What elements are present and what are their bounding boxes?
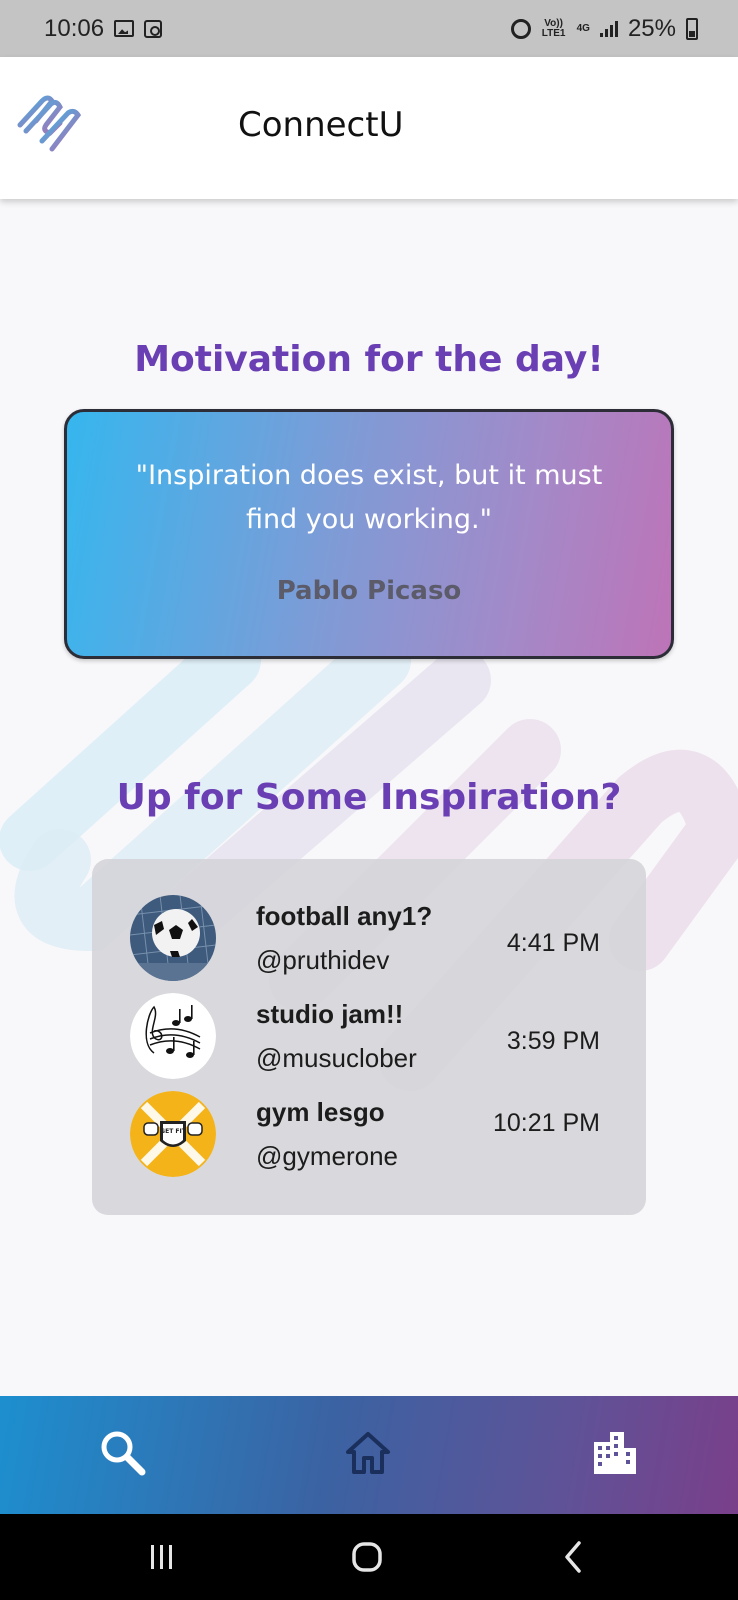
quote-card: "Inspiration does exist, but it must fin… xyxy=(64,409,674,659)
nav-home-button[interactable] xyxy=(338,1422,398,1482)
inspiration-heading: Up for Some Inspiration? xyxy=(116,777,622,818)
camera-notification-icon xyxy=(144,19,163,38)
system-home-button[interactable] xyxy=(342,1532,392,1582)
feed-item-time: 10:21 PM xyxy=(492,1109,600,1137)
feed-item-studio-jam[interactable]: studio jam!! @musuclober 3:59 PM xyxy=(92,993,646,1093)
recent-apps-button[interactable] xyxy=(136,1532,186,1582)
feed-item-time: 4:41 PM xyxy=(506,929,600,957)
signal-icon xyxy=(599,20,618,37)
status-bar-left: 10:06 xyxy=(44,14,163,43)
connectu-logo-icon xyxy=(17,95,82,152)
city-icon xyxy=(594,1432,636,1474)
music-notes-icon xyxy=(130,993,216,1079)
quote-text: "Inspiration does exist, but it must fin… xyxy=(135,460,603,535)
feed-item-title: gym lesgo xyxy=(256,1097,385,1127)
feed-item-handle: @gymerone xyxy=(256,1141,399,1171)
feed-item-handle: @musuclober xyxy=(256,1043,417,1073)
gallery-notification-icon xyxy=(114,20,135,37)
feed-item-title: studio jam!! xyxy=(256,999,404,1029)
feed-item-handle: @pruthidev xyxy=(256,945,390,975)
network-type-indicator: 4G xyxy=(576,22,590,34)
back-button[interactable] xyxy=(548,1532,598,1582)
gym-badge-text: GET FIT xyxy=(160,1128,187,1135)
battery-percent: 25% xyxy=(627,14,676,42)
soccer-ball-icon xyxy=(130,895,216,981)
app-bar: ConnectU xyxy=(0,57,738,199)
feed-item-football[interactable]: football any1? @pruthidev 4:41 PM xyxy=(92,895,646,995)
feed-item-time: 3:59 PM xyxy=(506,1027,600,1055)
quote-author: Pablo Picaso xyxy=(276,576,462,606)
home-icon xyxy=(346,1432,390,1474)
volte-indicator: Vo)) LTE1 xyxy=(541,17,566,39)
feed-item-title: football any1? xyxy=(256,901,433,931)
feed-item-gym[interactable]: GET FIT gym lesgo @gymerone 10:21 PM xyxy=(92,1091,646,1191)
nav-city-button[interactable] xyxy=(584,1422,644,1482)
system-home-icon xyxy=(352,1542,382,1572)
recent-apps-icon xyxy=(151,1545,172,1569)
alarm-icon xyxy=(510,18,531,39)
app-title: ConnectU xyxy=(238,105,404,145)
get-fit-gym-icon: GET FIT xyxy=(130,1091,216,1177)
back-chevron-icon xyxy=(565,1541,581,1573)
search-icon xyxy=(101,1431,146,1476)
nav-search-button[interactable] xyxy=(92,1422,152,1482)
status-time: 10:06 xyxy=(44,14,105,42)
inspiration-feed: football any1? @pruthidev 4:41 PM studio… xyxy=(92,859,646,1215)
battery-icon xyxy=(686,17,698,40)
status-bar-right: Vo)) LTE1 4G 25% xyxy=(510,14,698,43)
motivation-heading: Motivation for the day! xyxy=(134,339,604,380)
status-bar: 10:06 Vo)) LTE1 4G 25% xyxy=(0,0,738,57)
bottom-navigation xyxy=(0,1396,738,1514)
system-navigation-bar xyxy=(0,1514,738,1600)
main-content: Motivation for the day! "Inspiration doe… xyxy=(0,199,738,1399)
